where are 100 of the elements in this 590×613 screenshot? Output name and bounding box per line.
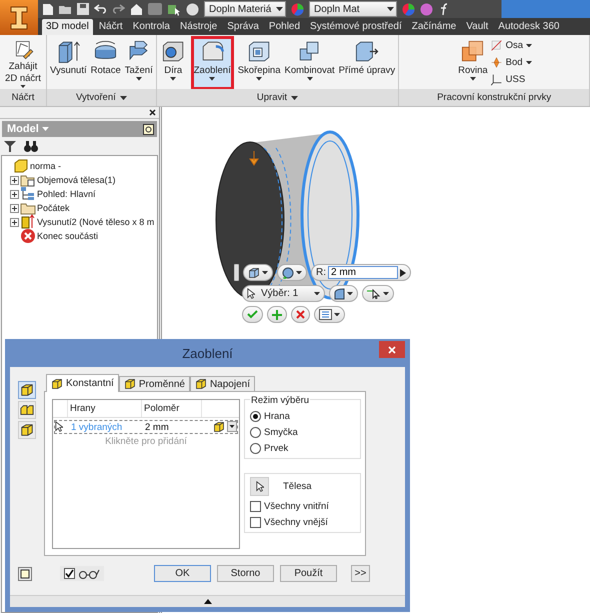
ribbon-button[interactable]: Kombinovat bbox=[282, 37, 337, 89]
dialog-button[interactable]: Storno bbox=[217, 565, 274, 582]
dialog-button[interactable]: OK bbox=[154, 565, 211, 582]
help-icon[interactable] bbox=[143, 124, 154, 134]
apply-button[interactable] bbox=[267, 306, 287, 323]
select-mode-button[interactable] bbox=[362, 285, 394, 302]
column-header: Poloměr bbox=[141, 400, 201, 417]
ribbon-button[interactable]: Díra bbox=[158, 37, 189, 89]
color-wheel-icon[interactable] bbox=[291, 2, 304, 16]
new-file-icon[interactable] bbox=[42, 2, 54, 16]
filter-icon[interactable] bbox=[4, 140, 16, 152]
ribbon-tab[interactable]: Pohled bbox=[264, 19, 304, 35]
ribbon-button[interactable]: Zaoblení bbox=[192, 37, 233, 89]
radio-label: Prvek bbox=[264, 443, 288, 454]
list-icon bbox=[319, 309, 332, 320]
pointer-icon bbox=[367, 288, 382, 298]
cube-icon bbox=[194, 378, 207, 390]
ribbon-tab[interactable]: Vault bbox=[462, 19, 492, 35]
undo-icon[interactable] bbox=[94, 4, 107, 14]
caret-icon bbox=[526, 60, 532, 64]
radio-button[interactable] bbox=[250, 427, 261, 438]
caret-icon bbox=[296, 270, 302, 274]
radius-field[interactable]: R: 2 mm bbox=[311, 264, 411, 281]
tree-item[interactable]: Pohled: Hlavní bbox=[37, 189, 96, 199]
mode-button[interactable] bbox=[18, 401, 36, 419]
panel-title[interactable]: Vytvoření bbox=[47, 89, 156, 106]
caret-icon bbox=[470, 77, 476, 81]
expand-icon[interactable] bbox=[10, 176, 19, 184]
part-icon bbox=[13, 158, 29, 174]
ribbon-tab[interactable]: 3D model bbox=[42, 19, 93, 35]
quick-access-dropdown[interactable]: Dopln Materiá bbox=[204, 1, 286, 17]
ok-button[interactable] bbox=[242, 306, 263, 323]
dialog-title: Zaoblení bbox=[182, 346, 233, 360]
dialog-tab[interactable]: Konstantní bbox=[46, 374, 119, 392]
function-icon[interactable] bbox=[438, 2, 450, 16]
checkbox[interactable] bbox=[250, 501, 261, 512]
close-button[interactable] bbox=[379, 341, 405, 358]
open-folder-icon[interactable] bbox=[59, 4, 72, 14]
ribbon-tab[interactable]: Nástroje bbox=[176, 19, 222, 35]
caret-icon bbox=[276, 6, 283, 12]
solids-button[interactable] bbox=[277, 264, 307, 281]
ribbon-button[interactable]: Skořepina bbox=[236, 37, 282, 89]
caret-icon bbox=[136, 77, 142, 81]
dialog-tab[interactable]: Napojení bbox=[190, 376, 255, 392]
binoculars-icon[interactable] bbox=[24, 140, 38, 152]
ribbon-button[interactable]: Bod bbox=[490, 55, 532, 70]
ribbon-button[interactable]: Zahájit 2D náčrt bbox=[1, 37, 45, 89]
help-icon[interactable] bbox=[18, 566, 32, 580]
dropdown-button[interactable] bbox=[227, 421, 237, 432]
ribbon-button[interactable]: USS bbox=[490, 72, 532, 87]
select-bodies-button[interactable] bbox=[250, 477, 269, 496]
tree-item[interactable]: Počátek bbox=[37, 203, 70, 213]
radio-button[interactable] bbox=[250, 443, 261, 454]
color-wheel-icon[interactable] bbox=[402, 2, 415, 16]
tree-item[interactable]: norma - bbox=[30, 161, 62, 171]
panel-title[interactable]: Náčrt bbox=[0, 89, 46, 106]
tree-item[interactable]: Vysunutí2 (Nové těleso x 8 m bbox=[37, 217, 154, 227]
mode-button[interactable] bbox=[18, 381, 36, 399]
cancel-button[interactable] bbox=[291, 306, 310, 323]
selection-button[interactable]: Výběr: 1 bbox=[242, 285, 326, 302]
color-override-icon[interactable] bbox=[420, 2, 433, 16]
ribbon-button[interactable]: Rovina bbox=[456, 37, 490, 89]
checkbox[interactable] bbox=[250, 517, 261, 528]
ribbon-tab[interactable]: Systémové prostředí bbox=[306, 19, 406, 35]
app-logo[interactable] bbox=[0, 0, 38, 35]
ribbon-button[interactable]: Rotace bbox=[88, 37, 123, 89]
expand-icon[interactable] bbox=[10, 204, 19, 212]
view-icon bbox=[20, 186, 36, 202]
expand-icon[interactable] bbox=[10, 218, 19, 226]
panel-title[interactable]: Upravit bbox=[156, 89, 398, 106]
ribbon-button[interactable]: Přímé úpravy bbox=[336, 37, 398, 89]
checkbox[interactable] bbox=[64, 568, 75, 579]
ribbon-button[interactable]: Vysunutí bbox=[48, 37, 89, 89]
dialog-button[interactable]: Použít bbox=[280, 565, 337, 582]
ribbon-tab[interactable]: Správa bbox=[223, 19, 263, 35]
close-icon[interactable] bbox=[149, 109, 156, 116]
redo-icon[interactable] bbox=[112, 4, 125, 14]
fillet-mode-button[interactable] bbox=[329, 285, 358, 302]
expand-icon[interactable] bbox=[10, 190, 19, 198]
ribbon-tab[interactable]: Autodesk 360 bbox=[494, 19, 564, 35]
ribbon-button[interactable]: Tažení bbox=[122, 37, 155, 89]
select-icon[interactable] bbox=[167, 2, 181, 16]
radio-button[interactable] bbox=[250, 411, 261, 422]
caret-icon bbox=[314, 292, 320, 296]
edge-mode-button[interactable] bbox=[243, 264, 273, 281]
more-button[interactable]: >> bbox=[351, 565, 370, 582]
ribbon-button[interactable]: Osa bbox=[490, 38, 532, 53]
tree-item[interactable]: Objemová tělesa(1) bbox=[37, 175, 116, 185]
quick-access-dropdown[interactable]: Dopln Mat bbox=[309, 1, 397, 17]
panel-title[interactable]: Pracovní konstrukční prvky bbox=[399, 89, 589, 106]
home-icon[interactable] bbox=[130, 3, 143, 15]
mode-button[interactable] bbox=[18, 421, 36, 439]
ribbon-tab[interactable]: Náčrt bbox=[94, 19, 127, 35]
options-button[interactable] bbox=[314, 306, 345, 323]
table-cell[interactable]: 2 mm bbox=[143, 422, 197, 432]
ribbon-tab[interactable]: Kontrola bbox=[128, 19, 174, 35]
save-icon[interactable] bbox=[77, 3, 89, 15]
dialog-tab[interactable]: Proměnné bbox=[118, 376, 190, 392]
tree-item[interactable]: Konec součásti bbox=[37, 231, 98, 241]
ribbon-tab[interactable]: Začínáme bbox=[408, 19, 460, 35]
